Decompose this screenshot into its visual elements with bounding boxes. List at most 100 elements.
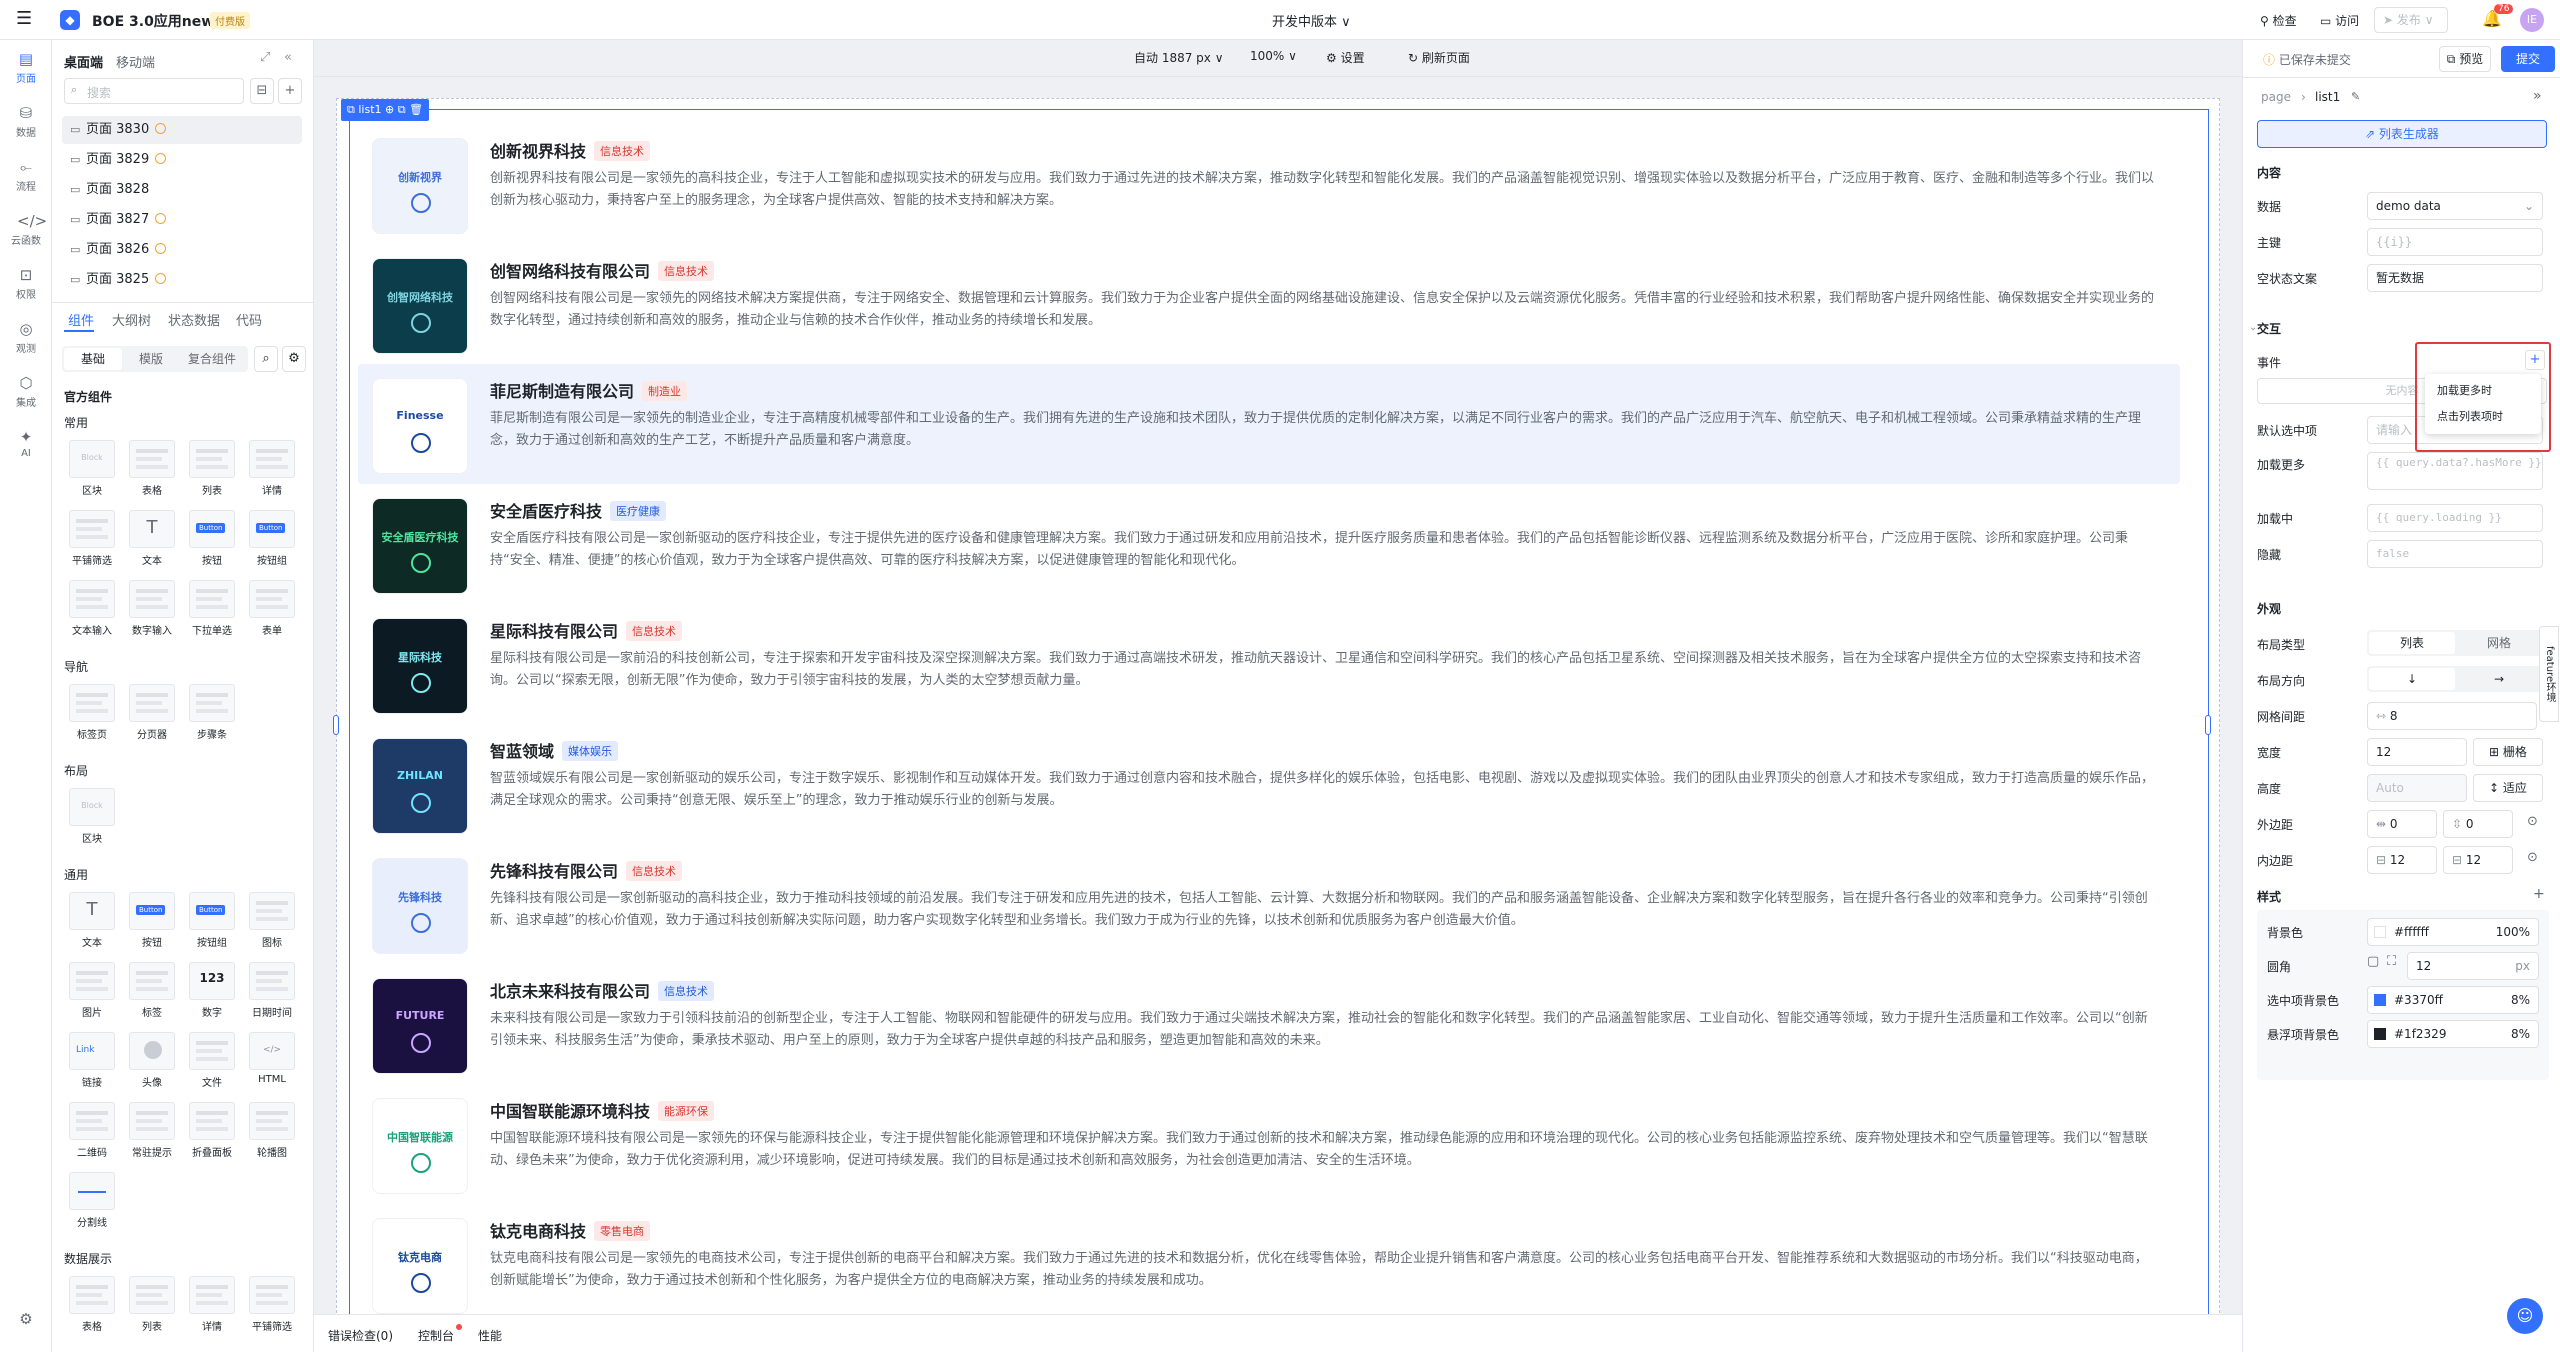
arrow-right-icon[interactable]: →	[2457, 668, 2541, 690]
tab-state[interactable]: 状态数据	[168, 310, 220, 329]
component-item[interactable]: 日期时间	[246, 962, 298, 1019]
padding-y-input[interactable]: ⊟ 12	[2443, 846, 2513, 874]
link-padding-icon[interactable]: ⊙	[2527, 850, 2538, 865]
component-item[interactable]: Block 区块	[66, 440, 118, 497]
rail-item-data[interactable]: ⛁ 数据	[0, 104, 52, 139]
avatar[interactable]: IE	[2520, 8, 2544, 32]
list-item[interactable]: Finesse 菲尼斯制造有限公司 制造业 菲尼斯制造有限公司是一家领先的制造业企业，…	[358, 364, 2180, 484]
component-item[interactable]: 列表	[186, 440, 238, 497]
height-unit-select[interactable]: ↕ 适应	[2473, 774, 2543, 802]
component-item[interactable]: Link 链接	[66, 1032, 118, 1089]
page-item[interactable]: ▭ 页面 3826	[62, 236, 302, 264]
component-item[interactable]: 表格	[66, 1276, 118, 1333]
component-settings-icon[interactable]: ⚙	[282, 346, 306, 372]
component-item[interactable]: 折叠面板	[186, 1102, 238, 1159]
padding-x-input[interactable]: ⊟ 12	[2367, 846, 2437, 874]
component-item[interactable]: 分页器	[126, 684, 178, 741]
width-unit-select[interactable]: ⊞ 栅格	[2473, 738, 2543, 766]
radius-each-icon[interactable]: ⛶	[2387, 954, 2396, 969]
component-item[interactable]: T 文本	[126, 510, 178, 567]
component-search-icon[interactable]: ⌕	[254, 346, 278, 372]
component-item[interactable]: 平铺筛选	[246, 1276, 298, 1333]
menu-icon[interactable]: ☰	[16, 9, 32, 29]
component-item[interactable]: Block 区块	[66, 788, 118, 845]
tab-outline[interactable]: 大纲树	[112, 310, 151, 329]
hidden-input[interactable]: false	[2367, 540, 2543, 568]
resize-handle-right[interactable]	[2205, 715, 2211, 735]
list-item[interactable]: FUTURE 北京未来科技有限公司 信息技术 未来科技有限公司是一家致力于引领科技前沿…	[358, 964, 2180, 1084]
component-item[interactable]: Button 按钮	[186, 510, 238, 567]
tab-components[interactable]: 组件	[68, 310, 94, 329]
selected-bg-input[interactable]: #3370ff 8%	[2367, 986, 2539, 1014]
page-item[interactable]: ▭ 页面 3829	[62, 146, 302, 174]
refresh-button[interactable]: ↻ 刷新页面	[1408, 49, 1470, 66]
component-item[interactable]: 分割线	[66, 1172, 118, 1229]
page-search[interactable]: ⌕ 搜索	[64, 78, 244, 104]
link-spacing-icon[interactable]: ⊙	[2527, 814, 2538, 829]
component-item[interactable]: 表格	[126, 440, 178, 497]
feature-env-tab[interactable]: feature环境	[2539, 626, 2559, 722]
bg-color-input[interactable]: #ffffff 100%	[2367, 918, 2539, 946]
component-item[interactable]: 列表	[126, 1276, 178, 1333]
list-item[interactable]: 星际科技 星际科技有限公司 信息技术 星际科技有限公司是一家前沿的科技创新公司，专注于…	[358, 604, 2180, 724]
list-item[interactable]: 先锋科技 先锋科技有限公司 信息技术 先锋科技有限公司是一家创新驱动的高科技企业，致力…	[358, 844, 2180, 964]
component-item[interactable]: 下拉单选	[186, 580, 238, 637]
collapse-icon[interactable]: «	[284, 50, 292, 65]
component-item[interactable]: 轮播图	[246, 1102, 298, 1159]
component-item[interactable]: 二维码	[66, 1102, 118, 1159]
canvas-size-select[interactable]: 自动 1887 px ∨	[1134, 49, 1224, 66]
list-item[interactable]: ZHILAN 智蓝领域 媒体娱乐 智蓝领域娱乐有限公司是一家创新驱动的娱乐公司，专注于…	[358, 724, 2180, 844]
component-item[interactable]: 文件	[186, 1032, 238, 1089]
add-page-icon[interactable]: +	[278, 78, 302, 104]
menu-item-load-more[interactable]: 加载更多时	[2437, 382, 2492, 398]
list-item[interactable]: 创智网络科技 创智网络科技有限公司 信息技术 创智网络科技有限公司是一家领先的网络技术…	[358, 244, 2180, 364]
publish-button[interactable]: ➤ 发布 ∨	[2374, 7, 2448, 33]
component-item[interactable]: 详情	[186, 1276, 238, 1333]
load-more-input[interactable]: {{ query.data?.hasMore }}	[2367, 452, 2543, 490]
filter-icon[interactable]: ⊟	[250, 78, 274, 104]
component-item[interactable]: 图标	[246, 892, 298, 949]
list-item[interactable]: 创新视界 创新视界科技 信息技术 创新视界科技有限公司是一家领先的高科技企业，专注于人…	[358, 124, 2180, 244]
page-item[interactable]: ▭ 页面 3830	[62, 116, 302, 144]
width-input[interactable]: 12	[2367, 738, 2467, 766]
height-input[interactable]: Auto	[2367, 774, 2467, 802]
component-item[interactable]: 数字输入	[126, 580, 178, 637]
rail-item-integration[interactable]: ⬡ 集成	[0, 374, 52, 409]
component-item[interactable]: 步骤条	[186, 684, 238, 741]
layout-grid-option[interactable]: 网格	[2457, 632, 2541, 654]
performance-tab[interactable]: 性能	[478, 1327, 502, 1344]
search-input[interactable]: 搜索	[87, 84, 111, 101]
component-item[interactable]: T 文本	[66, 892, 118, 949]
add-event-icon[interactable]: +	[2525, 350, 2545, 370]
empty-text-input[interactable]: 暂无数据	[2367, 264, 2543, 292]
component-item[interactable]: 图片	[66, 962, 118, 1019]
component-item[interactable]: 标签页	[66, 684, 118, 741]
tab-code[interactable]: 代码	[236, 310, 262, 329]
expand-icon[interactable]: ⤢	[260, 50, 270, 65]
resize-handle-left[interactable]	[333, 715, 339, 735]
check-button[interactable]: ⚲ 检查	[2260, 12, 2297, 29]
sub-tab-template[interactable]: 模版	[126, 348, 176, 370]
page-item[interactable]: ▭ 页面 3825	[62, 266, 302, 294]
sub-tab-composite[interactable]: 复合组件	[178, 348, 246, 370]
console-tab[interactable]: 控制台	[418, 1327, 454, 1344]
edit-icon[interactable]: ✎	[2351, 90, 2360, 103]
rail-item-flow[interactable]: ⟜ 流程	[0, 158, 52, 193]
radius-all-icon[interactable]: ▢	[2367, 954, 2379, 969]
component-item[interactable]: 详情	[246, 440, 298, 497]
component-item[interactable]: Button 按钮组	[246, 510, 298, 567]
page-item[interactable]: ▭ 页面 3828	[62, 176, 302, 204]
visit-button[interactable]: ▭ 访问	[2320, 12, 2359, 29]
component-item[interactable]: 123 数字	[186, 962, 238, 1019]
margin-y-input[interactable]: ⇳ 0	[2443, 810, 2513, 838]
component-item[interactable]: 平铺筛选	[66, 510, 118, 567]
preview-button[interactable]: ⧉ 预览	[2439, 46, 2491, 72]
hover-bg-input[interactable]: #1f2329 8%	[2367, 1020, 2539, 1048]
canvas-settings-button[interactable]: ⚙ 设置	[1326, 49, 1365, 66]
data-select[interactable]: demo data ⌄	[2367, 192, 2543, 220]
rail-item-page[interactable]: ▤ 页面	[0, 50, 52, 85]
component-item[interactable]: 文本输入	[66, 580, 118, 637]
key-input[interactable]: {{i}}	[2367, 228, 2543, 256]
grid-gap-input[interactable]: ⇿ 8	[2367, 702, 2537, 730]
component-item[interactable]: 表单	[246, 580, 298, 637]
